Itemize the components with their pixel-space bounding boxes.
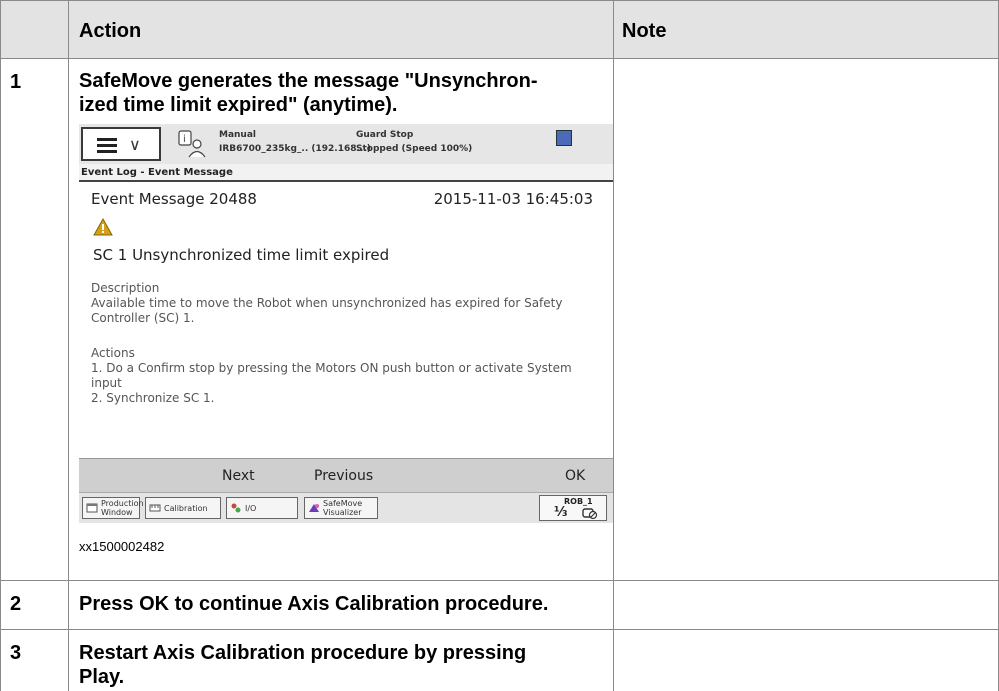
step-3-bold: Play	[79, 666, 119, 688]
ok-button[interactable]: OK	[565, 468, 585, 484]
action-line: 2. Synchronize SC 1.	[91, 391, 215, 405]
calibration-icon	[149, 504, 161, 512]
figure-caption: xx1500002482	[79, 539, 165, 554]
event-description: Description Available time to move the R…	[91, 281, 591, 326]
event-message-panel: Event Message 20488 2015-11-03 16:45:03 …	[79, 182, 613, 458]
person-info-icon: i	[178, 130, 206, 158]
breadcrumb: Event Log - Event Message	[79, 164, 613, 182]
event-actions: Actions 1. Do a Confirm stop by pressing…	[91, 346, 591, 406]
step-1-line2: ized time limit expired" (anytime).	[79, 94, 398, 116]
step-3-line1: Restart Axis Calibration procedure by pr…	[79, 642, 527, 664]
svg-text:i: i	[183, 134, 186, 145]
mode-label: Manual	[219, 130, 257, 140]
task-label: Production	[101, 499, 144, 508]
grid-header-bottom	[0, 58, 999, 59]
step-2-pre: Press	[79, 593, 140, 615]
next-button[interactable]: Next	[222, 468, 255, 484]
io-icon	[231, 503, 241, 513]
task-production-window[interactable]: Production Window	[82, 497, 144, 519]
previous-button[interactable]: Previous	[314, 468, 373, 484]
event-title: Event Message 20488	[91, 190, 257, 208]
header-action: Action	[79, 20, 142, 42]
rob-fraction: ⅓	[554, 505, 568, 520]
step-3-line2: Play.	[79, 665, 526, 689]
step-1-text: SafeMove generates the message "Unsynchr…	[79, 69, 538, 117]
grid-left	[0, 0, 1, 691]
step-3-text: Restart Axis Calibration procedure by pr…	[79, 641, 526, 689]
production-window-icon	[86, 503, 98, 513]
hamburger-icon	[97, 138, 117, 153]
taskbar: Production Window Calibration I/O SafeMo…	[79, 492, 613, 523]
description-line: Available time to move the Robot when un…	[91, 296, 563, 310]
table-header-row	[0, 0, 999, 58]
header-note: Note	[622, 20, 667, 42]
grid-col2	[613, 0, 614, 691]
task-label: I/O	[245, 504, 257, 513]
task-io[interactable]: I/O	[226, 497, 298, 519]
state-label: Guard Stop	[356, 130, 414, 140]
task-safemove-visualizer[interactable]: SafeMove Visualizer	[304, 497, 378, 519]
flexpendant-screenshot: ∨ i Manual IRB6700_235kg_.. (192.168...)…	[79, 124, 613, 545]
task-label: Calibration	[164, 504, 208, 513]
step-1-line1: SafeMove generates the message "Unsynchr…	[79, 70, 538, 92]
rob-label: ROB_1	[564, 497, 593, 506]
grid-col1	[68, 0, 69, 691]
task-label: Window	[101, 508, 133, 517]
status-bar: ∨ i Manual IRB6700_235kg_.. (192.168...)…	[79, 124, 613, 165]
warning-triangle-icon	[93, 218, 113, 236]
step-2-bold: OK	[139, 593, 170, 615]
command-bar: Next Previous OK	[79, 458, 613, 493]
status-flag-icon[interactable]	[556, 130, 572, 146]
step-2-post: to continue Axis Calibration procedure.	[169, 593, 549, 615]
chevron-down-icon: ∨	[129, 135, 141, 154]
action-line: 1. Do a Confirm stop by pressing the Mot…	[91, 361, 572, 375]
safemove-icon	[309, 504, 319, 512]
robot-label: IRB6700_235kg_.. (192.168...)	[219, 144, 371, 154]
step-2-text: Press OK to continue Axis Calibration pr…	[79, 592, 548, 616]
quickset-rob-button[interactable]: ROB_1 ⅓	[539, 495, 607, 521]
grid-row1-bottom	[0, 580, 999, 581]
task-calibration[interactable]: Calibration	[145, 497, 221, 519]
task-label: Visualizer	[323, 508, 362, 517]
description-line: Controller (SC) 1.	[91, 311, 195, 325]
step-3-post: .	[118, 666, 125, 688]
speed-label: Stopped (Speed 100%)	[356, 144, 473, 154]
step-number: 3	[10, 642, 22, 664]
main-menu-button[interactable]: ∨	[81, 127, 161, 161]
grid-top	[0, 0, 999, 1]
event-date: 2015-11-03 16:45:03	[433, 190, 593, 208]
event-heading: SC 1 Unsynchronized time limit expired	[93, 246, 390, 264]
grid-row2-bottom	[0, 629, 999, 630]
task-label: SafeMove	[323, 499, 363, 508]
actions-label: Actions	[91, 346, 135, 360]
description-label: Description	[91, 281, 160, 295]
action-line: input	[91, 376, 122, 390]
step-number: 1	[10, 71, 22, 93]
robot-state-icon	[582, 508, 598, 520]
step-number: 2	[10, 593, 22, 615]
